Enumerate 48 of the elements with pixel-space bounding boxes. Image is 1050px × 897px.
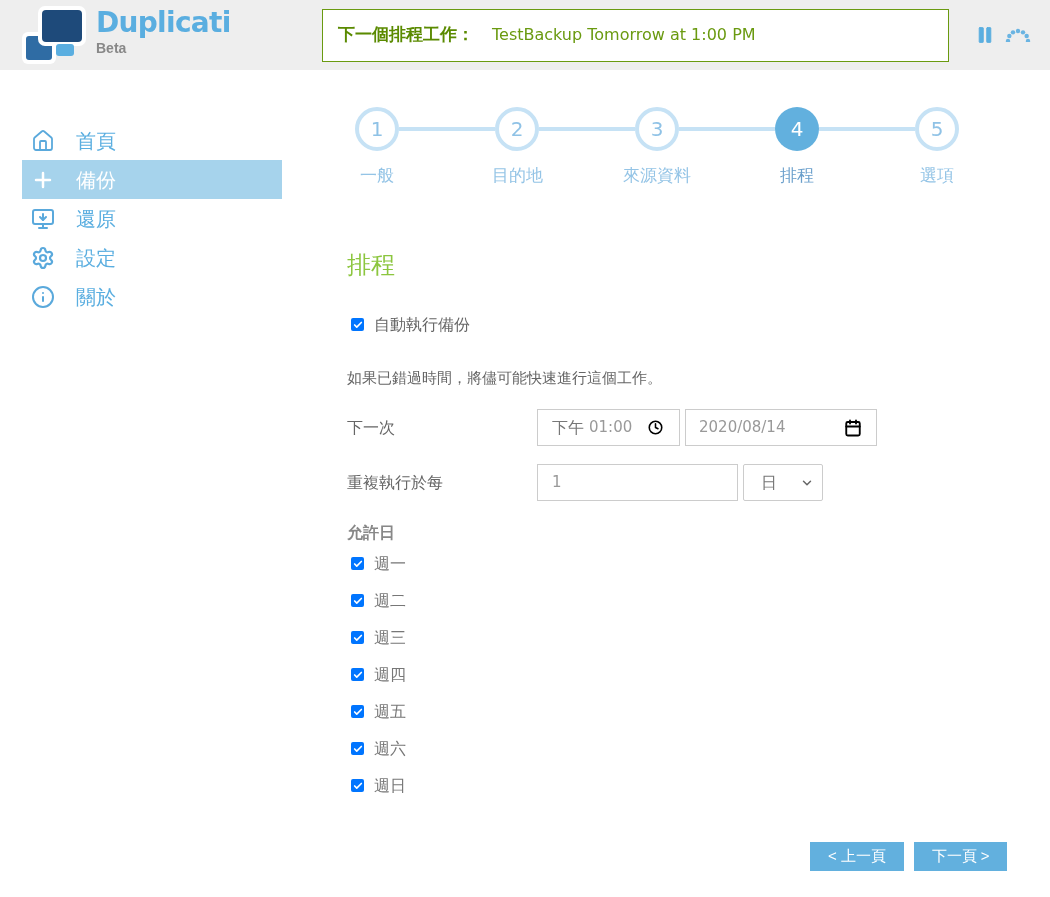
step-label: 目的地 <box>491 165 543 187</box>
checkbox-label: 週四 <box>374 664 406 685</box>
step-label: 選項 <box>920 165 954 187</box>
checkbox-label: 週三 <box>374 627 406 648</box>
clock-icon <box>648 420 663 435</box>
step-label: 來源資料 <box>623 165 691 187</box>
note-text: 如果已錯過時間，將儘可能快速進行這個工作。 <box>347 367 663 388</box>
field-label: 下一次 <box>347 417 396 438</box>
banner-text: TestBackup Tomorrow at 1:00 PM <box>492 24 756 46</box>
checkbox[interactable] <box>351 557 364 570</box>
sidebar-item[interactable]: 首頁 <box>22 121 282 160</box>
sidebar-item[interactable]: 設定 <box>22 238 282 277</box>
app-tag: Beta <box>96 41 231 55</box>
checkbox[interactable] <box>351 705 364 718</box>
app-name: Duplicati <box>96 9 231 37</box>
step-label: 一般 <box>360 165 394 187</box>
date-field[interactable]: 2020/08/14 <box>685 409 877 446</box>
sidebar-item[interactable]: 備份 <box>22 160 282 199</box>
checkbox-label: 週一 <box>374 553 406 574</box>
repeat-count-field[interactable]: 1 <box>537 464 738 501</box>
checkbox-label: 週六 <box>374 738 406 759</box>
banner-label: 下一個排程工作： <box>338 24 474 47</box>
checkbox[interactable] <box>351 742 364 755</box>
sidebar-item[interactable]: 還原 <box>22 199 282 238</box>
calendar-icon <box>844 418 862 437</box>
info-icon <box>31 284 55 309</box>
checkbox[interactable] <box>351 779 364 792</box>
time-field[interactable]: 下午 01:00 <box>537 409 680 446</box>
step-label: 排程 <box>780 165 814 187</box>
settings-icon <box>31 245 55 270</box>
next-button[interactable]: 下一頁 > <box>914 842 1007 871</box>
logo-icon <box>22 6 86 64</box>
checkbox[interactable] <box>351 594 364 607</box>
checkbox-label: 週日 <box>374 775 406 796</box>
sidebar-item[interactable]: 關於 <box>22 277 282 316</box>
checkbox-label: 自動執行備份 <box>374 314 470 335</box>
section-title: 排程 <box>347 249 396 280</box>
checkbox-label: 週二 <box>374 590 406 611</box>
checkbox[interactable] <box>351 668 364 681</box>
previous-button[interactable]: < 上一頁 <box>810 842 904 871</box>
allowed-days-label: 允許日 <box>347 523 396 543</box>
checkbox[interactable] <box>351 318 364 331</box>
checkbox[interactable] <box>351 631 364 644</box>
monitor-download-icon <box>31 206 55 231</box>
unit-select[interactable]: 日 <box>743 464 823 501</box>
field-label: 重複執行於每 <box>347 472 444 493</box>
checkbox-label: 週五 <box>374 701 406 722</box>
home-icon <box>31 128 55 153</box>
